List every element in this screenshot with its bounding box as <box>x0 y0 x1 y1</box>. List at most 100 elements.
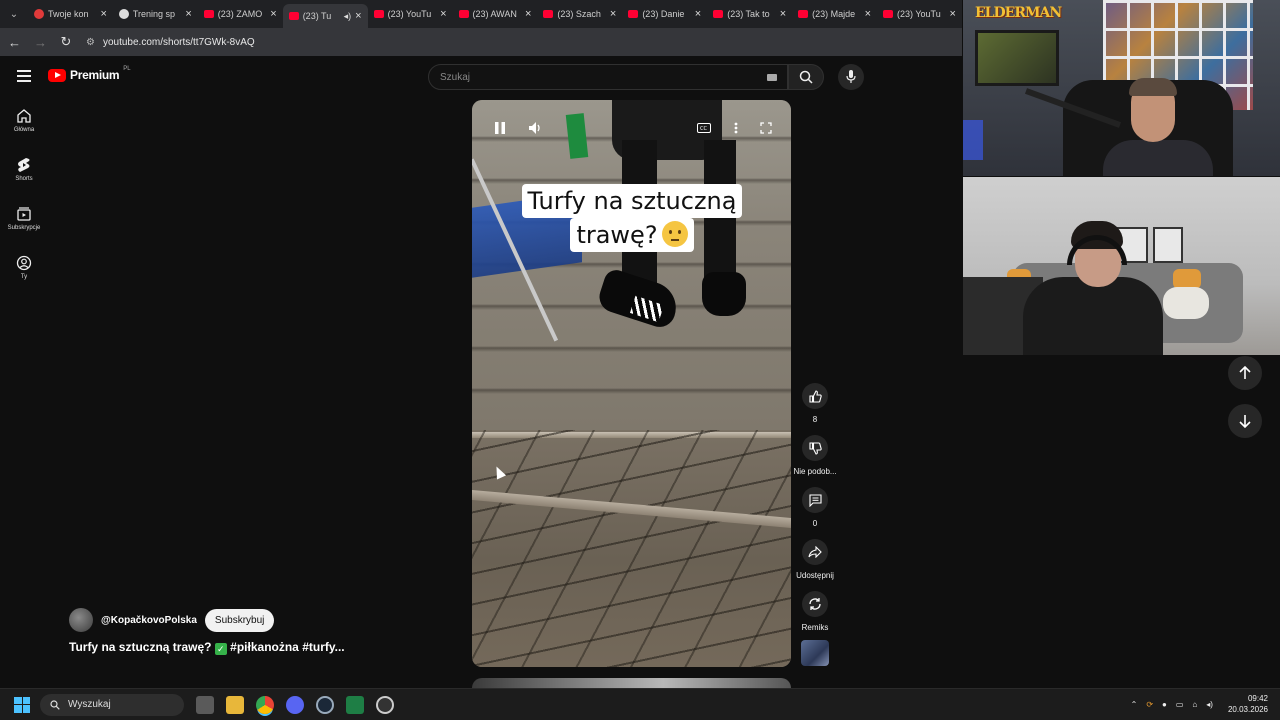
close-icon[interactable]: × <box>185 8 191 20</box>
windows-start-icon[interactable] <box>14 696 30 713</box>
excel-icon[interactable] <box>346 695 364 714</box>
reload-icon[interactable]: ↻ <box>60 34 72 50</box>
network-icon[interactable]: ⌂ <box>1192 700 1197 709</box>
discord-icon[interactable] <box>286 695 304 714</box>
browser-tab[interactable]: (23) Danie × <box>622 3 707 25</box>
channel-avatar[interactable] <box>69 608 93 632</box>
like-button[interactable] <box>802 383 828 409</box>
subscribe-button[interactable]: Subskrybuj <box>204 608 275 632</box>
youtube-favicon-icon <box>373 10 384 18</box>
steam-icon[interactable] <box>316 695 334 714</box>
close-icon[interactable]: × <box>780 8 786 20</box>
share-icon <box>808 546 822 558</box>
microphone-icon[interactable]: ● <box>1162 700 1167 709</box>
video-title-hashtags[interactable]: #piłkanożna #turfy... <box>230 640 344 654</box>
url-text[interactable]: youtube.com/shorts/tt7GWk-8vAQ <box>103 37 255 48</box>
browser-tab[interactable]: (23) ZAMO × <box>198 3 283 25</box>
shorts-video-player[interactable]: CC Turfy na sztuczną trawę? <box>472 100 791 667</box>
back-arrow-icon[interactable]: ← <box>8 35 21 50</box>
browser-tab[interactable]: (23) YouTu × <box>877 3 962 25</box>
share-button[interactable] <box>802 539 828 565</box>
comments-button[interactable] <box>802 487 828 513</box>
keyboard-icon[interactable] <box>767 74 777 81</box>
taskbar-search[interactable]: Wyszukaj <box>40 693 184 716</box>
sidebar-item-you[interactable]: Ty <box>0 247 48 296</box>
stream-logo: ELDERMAN <box>975 5 1062 21</box>
task-view-icon[interactable] <box>196 695 214 714</box>
browser-tab[interactable]: Trening sp × <box>113 3 198 25</box>
forward-arrow-icon[interactable]: → <box>34 35 47 50</box>
file-explorer-icon[interactable] <box>226 695 244 714</box>
caption-line-2-wrap: trawę? <box>570 218 694 252</box>
previous-short-button[interactable] <box>1228 356 1262 390</box>
monitor-icon[interactable]: ▭ <box>1176 700 1184 709</box>
sidebar-item-subscriptions[interactable]: Subskrypcje <box>0 198 48 247</box>
close-icon[interactable]: × <box>695 8 701 20</box>
close-icon[interactable]: × <box>440 8 446 20</box>
svg-text:CC: CC <box>700 126 707 132</box>
obs-icon[interactable] <box>376 695 394 714</box>
sidebar-item-shorts[interactable]: Shorts <box>0 149 48 198</box>
sound-thumbnail[interactable] <box>801 640 829 666</box>
youtube-logo[interactable]: Premium PL <box>48 66 131 82</box>
remix-button[interactable] <box>802 591 828 617</box>
search-icon <box>799 70 813 84</box>
volume-icon <box>529 122 540 134</box>
tab-title: (23) YouTu <box>897 9 941 19</box>
sync-icon[interactable]: ⟳ <box>1146 700 1153 709</box>
caption-line-1: Turfy na sztuczną <box>521 184 743 218</box>
more-options-button[interactable] <box>726 120 746 136</box>
browser-tab[interactable]: (23) Majde × <box>792 3 877 25</box>
browser-tab[interactable]: (23) Tak to × <box>707 3 792 25</box>
chevron-up-icon[interactable]: ⌃ <box>1131 700 1138 709</box>
comment-icon <box>808 493 822 507</box>
webcam-top: ELDERMAN <box>963 0 1280 176</box>
thumbs-down-icon <box>808 441 822 455</box>
pause-button[interactable] <box>490 120 510 136</box>
channel-name[interactable]: @KopačkovoPolska <box>101 615 197 626</box>
close-icon[interactable]: × <box>865 8 871 20</box>
browser-tab[interactable]: (23) AWAN × <box>453 3 538 25</box>
tab-search-button[interactable]: ⌄ <box>0 0 28 28</box>
chrome-icon[interactable] <box>256 695 274 714</box>
fullscreen-button[interactable] <box>756 120 776 136</box>
menu-icon[interactable] <box>17 70 31 82</box>
tab-title: (23) Majde <box>812 9 856 19</box>
close-icon[interactable]: × <box>950 8 956 20</box>
close-icon[interactable]: × <box>610 8 616 20</box>
voice-search-button[interactable] <box>838 64 864 90</box>
next-short-button[interactable] <box>1228 404 1262 438</box>
browser-tab[interactable]: (23) Szach × <box>537 3 622 25</box>
shorts-icon <box>18 158 30 172</box>
video-shoe <box>702 272 746 316</box>
url-field[interactable]: ⚙ youtube.com/shorts/tt7GWk-8vAQ <box>86 37 255 48</box>
browser-tab[interactable]: (23) YouTu × <box>368 3 453 25</box>
channel-info: @KopačkovoPolska Subskrybuj <box>69 608 275 632</box>
taskbar-search-placeholder: Wyszukaj <box>68 699 111 710</box>
close-icon[interactable]: × <box>355 10 361 22</box>
browser-tab-active[interactable]: (23) Tu ◂) × <box>282 4 368 28</box>
captions-button[interactable]: CC <box>694 120 714 136</box>
close-icon[interactable]: × <box>525 8 531 20</box>
shorts-navigation <box>1228 356 1262 452</box>
search-button[interactable] <box>788 64 824 90</box>
search-placeholder: Szukaj <box>440 71 471 83</box>
video-title[interactable]: Turfy na sztuczną trawę? ✓ #piłkanożna #… <box>69 640 345 655</box>
webcam-poster <box>975 30 1059 86</box>
browser-tab[interactable]: Twoje kon × <box>28 3 113 25</box>
youtube-favicon-icon <box>203 10 214 18</box>
speaker-icon[interactable]: ◂) <box>344 11 352 22</box>
close-icon[interactable]: × <box>270 8 276 20</box>
speaker-icon[interactable]: ◂) <box>1206 700 1213 709</box>
youtube-favicon-icon <box>883 10 894 18</box>
dislike-button[interactable] <box>802 435 828 461</box>
sidebar-item-home[interactable]: Główna <box>0 100 48 149</box>
browser-tabbar: ⌄ Twoje kon × Trening sp × (23) ZAMO × (23)… <box>0 0 962 28</box>
search-input[interactable]: Szukaj <box>428 64 788 90</box>
sidebar-item-label: Główna <box>13 127 35 133</box>
close-icon[interactable]: × <box>100 8 106 20</box>
comments-count: 0 <box>812 519 818 528</box>
clock[interactable]: 09:42 20.03.2026 <box>1228 693 1268 715</box>
site-info-icon[interactable]: ⚙ <box>86 37 95 48</box>
volume-button[interactable] <box>526 120 546 136</box>
